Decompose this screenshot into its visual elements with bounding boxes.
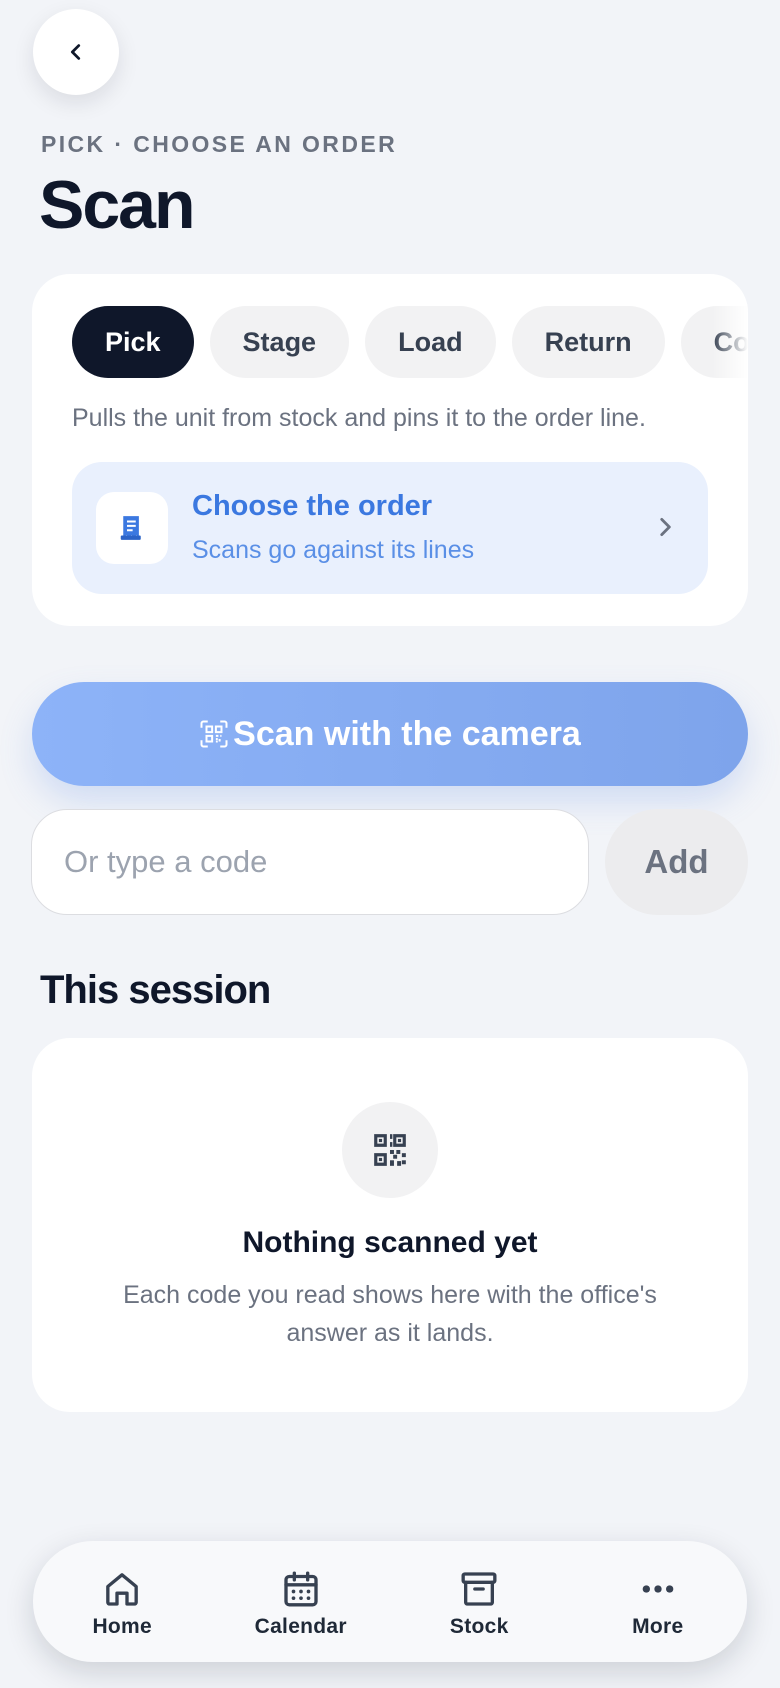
chevron-right-icon [660,518,671,536]
page-eyebrow: PICK · CHOOSE AN ORDER [41,131,398,157]
tab-more[interactable]: More [569,1541,748,1662]
tab-stock-label: Stock [449,1615,509,1638]
archive-box-icon [461,1572,497,1606]
empty-title: Nothing scanned yet [242,1226,538,1259]
bottom-tab-bar: Home Calendar Stock More [33,1541,747,1662]
tab-calendar[interactable]: Calendar [212,1541,391,1662]
home-icon [106,1573,139,1606]
calendar-icon [284,1571,318,1607]
mode-chip-pick[interactable]: Pick [72,306,194,378]
chevron-left-icon [70,44,81,60]
tab-more-label: More [632,1615,684,1638]
empty-icon-circle [342,1102,438,1198]
session-title: This session [40,968,271,1012]
chip-scroll-fade [712,304,748,384]
more-icon [642,1585,674,1593]
add-code-button[interactable]: Add [605,809,748,915]
choose-order-button[interactable]: Choose the order Scans go against its li… [72,462,708,594]
mode-description: Pulls the unit from stock and pins it to… [72,404,646,432]
mode-chip-load[interactable]: Load [365,306,496,378]
choose-order-title: Choose the order [192,490,433,522]
page-title: Scan [39,167,196,243]
back-button[interactable] [33,9,119,95]
empty-description: Each code you read shows here with the o… [123,1281,657,1347]
tab-home-label: Home [92,1615,153,1638]
qr-scan-icon [200,720,228,748]
scan-camera-button[interactable]: Scan with the camera [32,682,748,786]
code-input[interactable] [31,809,589,915]
mode-chip-stage[interactable]: Stage [209,306,350,378]
mode-chips: Pick Stage Load Return Count [72,306,748,378]
session-empty-card: Nothing scanned yet Each code you read s… [32,1038,748,1412]
receipt-icon [120,516,141,540]
qr-code-icon [374,1134,406,1166]
tab-home[interactable]: Home [33,1541,212,1662]
mode-chip-return[interactable]: Return [511,306,665,378]
choose-order-subtitle: Scans go against its lines [192,536,475,564]
tab-stock[interactable]: Stock [390,1541,569,1662]
order-icon-box [96,492,168,564]
scan-camera-label: Scan with the camera [233,714,581,753]
tab-calendar-label: Calendar [254,1615,347,1638]
mode-card: Pick Stage Load Return Count Pulls the u… [32,274,748,626]
